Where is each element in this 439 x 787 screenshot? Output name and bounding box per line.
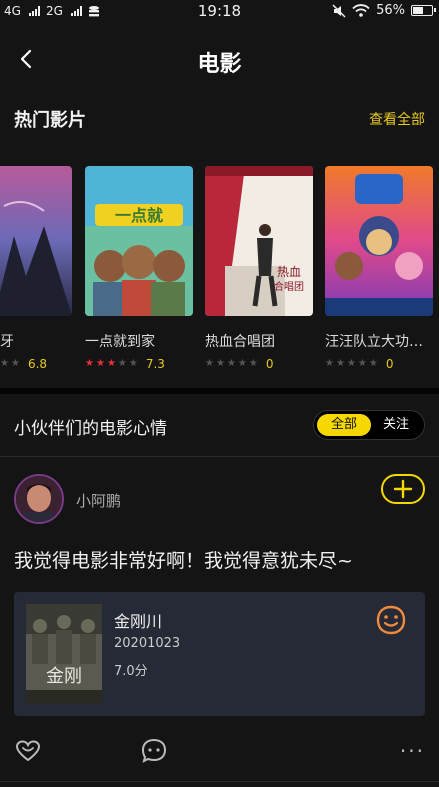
list-divider (0, 781, 439, 782)
mood-title: 小伙伴们的电影心情 (14, 419, 167, 439)
svg-text:合唱团: 合唱团 (274, 280, 304, 293)
star-icon: ★ (106, 358, 116, 369)
star-icon: ★ (205, 358, 214, 369)
star-icon: ★ (357, 358, 367, 369)
movie-title: 金刚川 (114, 612, 163, 631)
star-icon: ★ (0, 358, 9, 369)
movie-carousel[interactable]: 牙 ★ ★ 6.8 一点就 一点就到家 ★ ★ ★ ★ ★ 7.3 热血 合唱团… (0, 166, 439, 381)
movie-score: 7.3 (145, 357, 165, 371)
star-icon: ★ (117, 358, 127, 369)
star-icon: ★ (248, 358, 258, 369)
movie-score: 6.8 (27, 357, 48, 371)
see-all-link[interactable]: 查看全部 (369, 109, 425, 129)
follow-button[interactable] (381, 474, 425, 504)
post-author: 小阿鹏 (14, 474, 425, 528)
user-name[interactable]: 小阿鹏 (76, 490, 121, 511)
movie-card[interactable]: 汪汪队立大功… ★ ★ ★ ★ ★ 0 (325, 166, 433, 371)
plus-icon (393, 479, 413, 499)
svg-text:一点就: 一点就 (115, 206, 163, 225)
star-icon: ★ (335, 358, 345, 369)
movie-score: 0 (265, 357, 274, 371)
toggle-all-button[interactable]: 全部 (317, 414, 371, 436)
movie-rating: ★ ★ ★ ★ ★ 0 (205, 357, 313, 371)
movie-name: 热血合唱团 (205, 334, 275, 350)
mood-header: 小伙伴们的电影心情 全部 关注 (14, 410, 425, 440)
movie-score: 7.0分 (114, 664, 148, 679)
movie-rating: ★ ★ ★ ★ ★ 0 (325, 357, 433, 371)
page-title: 电影 (197, 52, 242, 77)
svg-text:热血: 热血 (277, 265, 301, 279)
hot-movies-header: 热门影片 查看全部 (14, 106, 425, 134)
movie-rating: ★ ★ ★ ★ ★ 7.3 (85, 357, 193, 371)
post-text: 我觉得电影非常好啊！我觉得意犹未尽~ (14, 550, 353, 572)
battery-level (413, 7, 423, 14)
star-icon: ★ (368, 358, 378, 369)
star-icon: ★ (128, 358, 138, 369)
movie-name: 牙 (0, 334, 14, 350)
mute-icon (332, 3, 346, 18)
svg-text:金刚: 金刚 (46, 666, 82, 687)
feed-toggle: 全部 关注 (313, 410, 425, 440)
nav-bar: 电影 (0, 38, 439, 82)
star-icon: ★ (215, 358, 225, 369)
star-icon: ★ (325, 358, 334, 369)
avatar[interactable] (14, 474, 64, 524)
list-divider (0, 456, 439, 457)
heart-icon[interactable] (14, 737, 42, 765)
movie-date: 20201023 (114, 636, 181, 651)
more-icon[interactable]: ··· (400, 739, 425, 763)
star-icon: ★ (95, 358, 105, 369)
star-icon: ★ (10, 358, 20, 369)
movie-poster[interactable] (0, 166, 72, 316)
hot-movies-title: 热门影片 (14, 110, 86, 131)
star-icon: ★ (237, 358, 247, 369)
movie-poster[interactable]: 金刚 (26, 604, 102, 704)
comment-icon[interactable] (140, 737, 168, 765)
star-icon: ★ (226, 358, 236, 369)
movie-poster[interactable]: 一点就 (85, 166, 193, 316)
smile-face-icon (376, 605, 406, 635)
section-divider (0, 388, 439, 394)
movie-card[interactable]: 牙 ★ ★ 6.8 (0, 166, 72, 371)
star-icon: ★ (346, 358, 356, 369)
movie-name: 汪汪队立大功… (325, 334, 423, 350)
movie-rating: ★ ★ 6.8 (0, 357, 72, 371)
movie-poster[interactable]: 热血 合唱团 (205, 166, 313, 316)
movie-card[interactable]: 一点就 一点就到家 ★ ★ ★ ★ ★ 7.3 (85, 166, 193, 371)
movie-name: 一点就到家 (85, 334, 155, 350)
movie-poster[interactable] (325, 166, 433, 316)
movie-card[interactable]: 热血 合唱团 热血合唱团 ★ ★ ★ ★ ★ 0 (205, 166, 313, 371)
star-icon: ★ (85, 358, 94, 369)
toggle-follow-button[interactable]: 关注 (372, 414, 420, 436)
status-bar: 4G 2G 19:18 56% (0, 0, 439, 22)
battery-percent: 56% (376, 3, 405, 18)
post-movie-card[interactable]: 金刚 金刚川 20201023 7.0分 (14, 592, 425, 716)
wifi-icon (352, 4, 370, 17)
post-actions: ··· (14, 737, 425, 765)
battery-icon (411, 5, 436, 16)
movie-score: 0 (385, 357, 394, 371)
